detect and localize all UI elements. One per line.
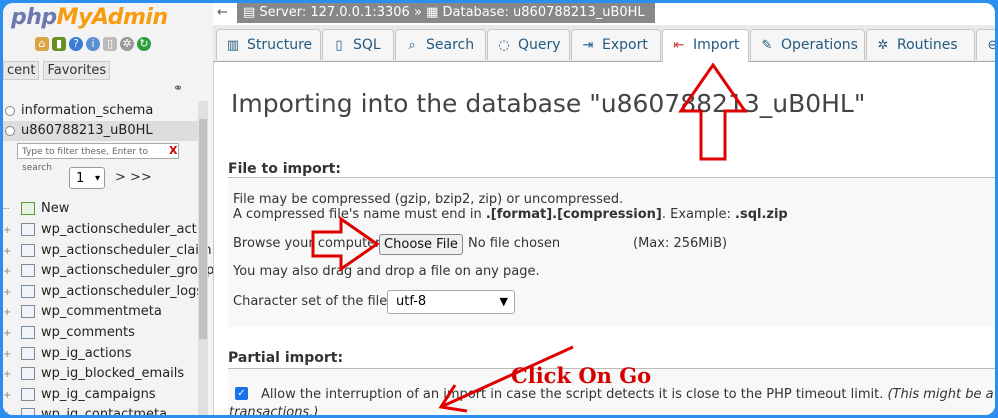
- up-arrow-annotation: [678, 62, 748, 161]
- app-window: phpMyAdmin ⌂ ▮ ? i ▯ ✲ ↻ cent Favorites …: [3, 3, 995, 415]
- click-on-go-annotation: Click On Go: [511, 363, 652, 388]
- right-arrow-annotation: [311, 216, 380, 272]
- annotation-overlay: [311, 62, 748, 413]
